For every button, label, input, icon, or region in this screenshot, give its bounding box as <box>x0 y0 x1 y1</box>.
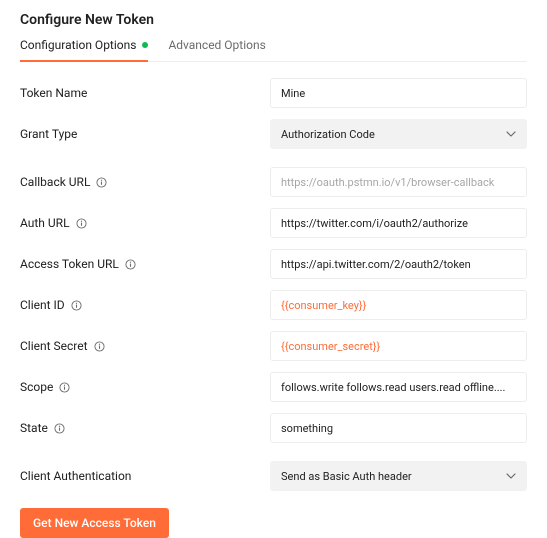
grant-type-select[interactable]: Authorization Code <box>270 119 527 149</box>
info-icon[interactable] <box>76 218 87 229</box>
info-icon[interactable] <box>96 177 107 188</box>
info-icon[interactable] <box>54 423 65 434</box>
client-authentication-select[interactable]: Send as Basic Auth header <box>270 461 527 491</box>
auth-url-input[interactable] <box>270 208 527 238</box>
label-state: State <box>20 421 270 435</box>
get-new-access-token-button[interactable]: Get New Access Token <box>20 508 169 538</box>
label-client-id: Client ID <box>20 298 270 312</box>
token-name-input[interactable] <box>270 78 527 108</box>
access-token-url-input[interactable] <box>270 249 527 279</box>
chevron-down-icon <box>506 471 516 481</box>
select-value: Authorization Code <box>281 128 375 141</box>
label-scope: Scope <box>20 380 270 394</box>
label-grant-type: Grant Type <box>20 127 270 141</box>
tabs: Configuration Options Advanced Options <box>20 34 527 62</box>
status-dot-icon <box>142 42 148 48</box>
label-auth-url: Auth URL <box>20 216 270 230</box>
info-icon[interactable] <box>125 259 136 270</box>
scope-input[interactable] <box>270 372 527 402</box>
info-icon[interactable] <box>59 382 70 393</box>
tab-label: Advanced Options <box>168 38 265 52</box>
label-callback-url: Callback URL <box>20 175 270 189</box>
tab-label: Configuration Options <box>20 38 136 52</box>
label-client-authentication: Client Authentication <box>20 469 270 483</box>
select-value: Send as Basic Auth header <box>281 470 412 483</box>
client-id-input[interactable] <box>270 290 527 320</box>
label-token-name: Token Name <box>20 86 270 100</box>
chevron-down-icon <box>506 129 516 139</box>
label-client-secret: Client Secret <box>20 339 270 353</box>
info-icon[interactable] <box>71 300 82 311</box>
tab-advanced-options[interactable]: Advanced Options <box>168 34 265 62</box>
info-icon[interactable] <box>94 341 105 352</box>
state-input[interactable] <box>270 413 527 443</box>
page-title: Configure New Token <box>20 12 527 28</box>
callback-url-input <box>270 167 527 197</box>
tab-configuration-options[interactable]: Configuration Options <box>20 34 148 62</box>
label-access-token-url: Access Token URL <box>20 257 270 271</box>
client-secret-input[interactable] <box>270 331 527 361</box>
